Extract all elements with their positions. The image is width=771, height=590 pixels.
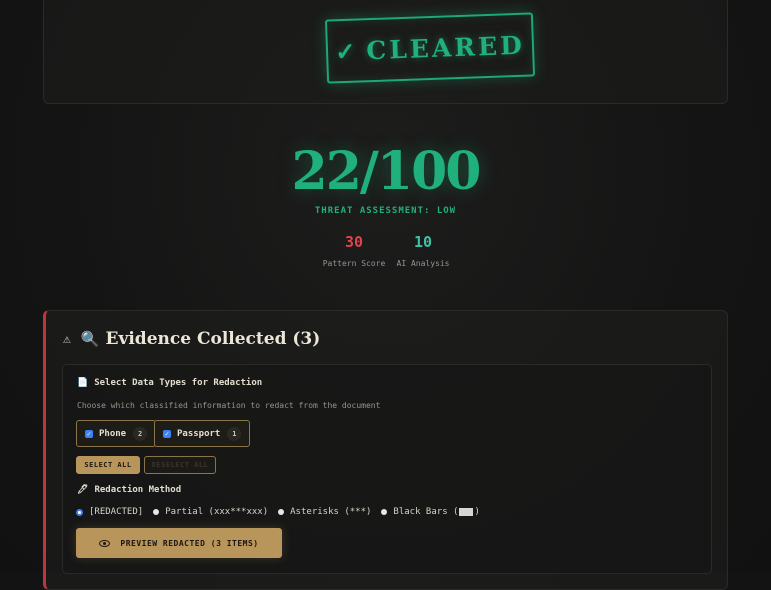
redaction-method-title: Redaction Method bbox=[94, 485, 182, 495]
metric-value: 30 bbox=[344, 233, 364, 251]
checkbox-passport[interactable]: ✓ bbox=[163, 429, 171, 438]
select-types-title: Select Data Types for Redaction bbox=[94, 378, 263, 388]
threat-score: 22/100 bbox=[0, 140, 771, 204]
radio-label: Asterisks (***) bbox=[290, 507, 372, 517]
radio-redacted[interactable]: [REDACTED] bbox=[76, 507, 143, 517]
black-bar-sample bbox=[459, 508, 474, 516]
preview-redacted-button[interactable]: PREVIEW REDACTED (3 ITEMS) bbox=[76, 528, 282, 558]
radio-label: [REDACTED] bbox=[89, 507, 144, 517]
chip-passport[interactable]: ✓ Passport 1 bbox=[154, 420, 251, 447]
deselect-all-button[interactable]: DESELECT ALL bbox=[144, 456, 216, 474]
check-icon: ✓ bbox=[334, 36, 359, 66]
cleared-stamp: ✓ CLEARED bbox=[324, 12, 536, 84]
chip-phone[interactable]: ✓ Phone 2 bbox=[76, 420, 157, 447]
metric-value: 10 bbox=[413, 233, 433, 251]
radio-dot[interactable] bbox=[153, 509, 160, 515]
chip-label: Passport bbox=[177, 428, 221, 439]
radio-black-bars[interactable]: Black Bars ( ) bbox=[381, 507, 480, 517]
pen-icon: 🖊 bbox=[77, 485, 89, 495]
radio-partial[interactable]: Partial (xxx***xxx) bbox=[153, 507, 268, 517]
warning-icon[interactable]: ⚠ bbox=[63, 332, 71, 347]
metric-label: Pattern Score bbox=[322, 259, 386, 268]
score-value: 22/100 bbox=[291, 141, 482, 202]
radio-label: Partial (xxx***xxx) bbox=[165, 507, 269, 517]
checkbox-phone[interactable]: ✓ bbox=[85, 429, 93, 438]
radio-label: Black Bars ( bbox=[393, 507, 459, 517]
eye-icon bbox=[99, 539, 111, 547]
radio-dot[interactable] bbox=[278, 509, 285, 515]
redaction-section: 📄 Select Data Types for Redaction Choose… bbox=[62, 364, 712, 574]
radio-dot[interactable] bbox=[76, 508, 83, 516]
select-all-button[interactable]: SELECT ALL bbox=[76, 456, 140, 474]
select-types-help: Choose which classified information to r… bbox=[77, 401, 381, 410]
metric-pattern-score: 30 Pattern Score bbox=[314, 233, 394, 268]
radio-asterisks[interactable]: Asterisks (***) bbox=[278, 507, 371, 517]
document-icon: 📄 bbox=[77, 378, 89, 388]
preview-button-label: PREVIEW REDACTED (3 ITEMS) bbox=[120, 538, 259, 548]
metric-label: AI Analysis bbox=[396, 259, 450, 268]
count-badge: 1 bbox=[227, 426, 242, 441]
chip-label: Phone bbox=[99, 428, 127, 439]
redaction-method-heading: 🖊 Redaction Method bbox=[77, 485, 181, 495]
evidence-panel: ⚠ 🔍 Evidence Collected (3) 📄 Select Data… bbox=[43, 310, 728, 590]
redaction-method-options: [REDACTED] Partial (xxx***xxx) Asterisks… bbox=[76, 507, 490, 517]
radio-label-suffix: ) bbox=[474, 507, 480, 517]
status-stamp-panel: ✓ CLEARED bbox=[43, 0, 728, 104]
evidence-title: Evidence Collected (3) bbox=[105, 329, 321, 349]
stamp-label: CLEARED bbox=[365, 30, 526, 65]
search-icon: 🔍 bbox=[80, 330, 100, 348]
radio-dot[interactable] bbox=[381, 509, 388, 515]
threat-assessment: THREAT ASSESSMENT: LOW bbox=[314, 206, 457, 216]
evidence-header: ⚠ 🔍 Evidence Collected (3) bbox=[63, 329, 320, 349]
count-badge: 2 bbox=[133, 426, 148, 441]
select-types-heading: 📄 Select Data Types for Redaction bbox=[77, 378, 262, 388]
metric-ai-analysis: 10 AI Analysis bbox=[383, 233, 463, 268]
